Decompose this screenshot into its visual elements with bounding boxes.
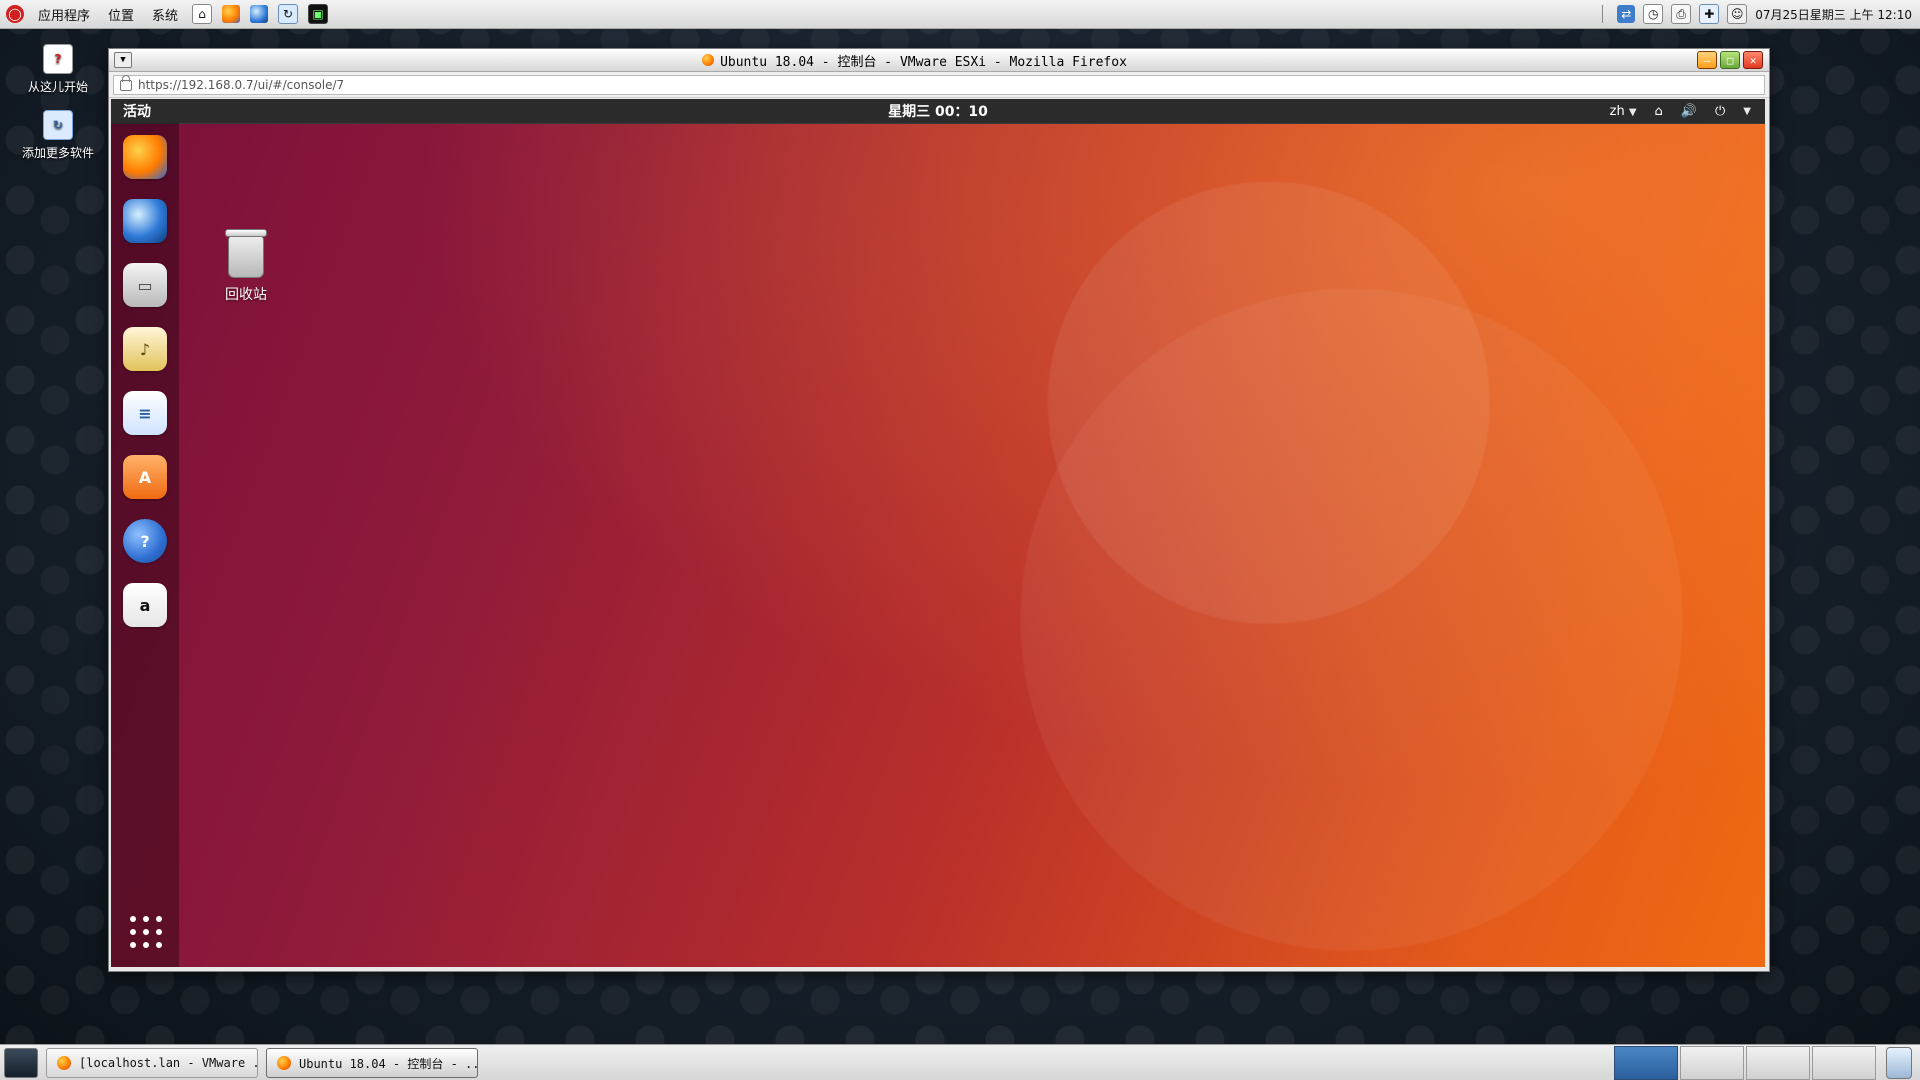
dock-firefox-icon[interactable] bbox=[123, 135, 167, 179]
show-applications-icon[interactable] bbox=[129, 915, 163, 949]
add-software-icon: ↻ bbox=[43, 110, 73, 140]
trash-label: 回收站 bbox=[225, 287, 267, 303]
firefox-titlebar[interactable]: ▼ Ubuntu 18.04 - 控制台 - VMware ESXi - Moz… bbox=[109, 49, 1769, 72]
workspace-switcher bbox=[1614, 1046, 1876, 1080]
top-panel: ◯ 应用程序 位置 系统 ⌂ ↻ ▣ ⇄ ◷ ⎙ ✚ ☺ 07月25日星期三 上… bbox=[0, 0, 1920, 29]
trash-icon bbox=[225, 229, 267, 278]
show-desktop-button[interactable] bbox=[4, 1048, 38, 1078]
chevron-down-icon[interactable]: ▼ bbox=[1743, 106, 1751, 117]
bottom-panel: [localhost.lan - VMware ... Ubuntu 18.04… bbox=[0, 1044, 1920, 1080]
datetime[interactable]: 07月25日星期三 上午 12:10 bbox=[1755, 6, 1912, 23]
terminal-launcher-icon[interactable]: ▣ bbox=[308, 4, 329, 24]
close-button[interactable]: ✕ bbox=[1743, 51, 1763, 69]
gnome-status-area: zh ▼ ⌂ 🔊 ⏻ ▼ bbox=[1610, 104, 1765, 119]
menu-places[interactable]: 位置 bbox=[104, 3, 138, 26]
help-icon: ? bbox=[43, 44, 73, 74]
firefox-window: ▼ Ubuntu 18.04 - 控制台 - VMware ESXi - Moz… bbox=[108, 48, 1770, 972]
minimize-button[interactable]: — bbox=[1697, 51, 1717, 69]
tray-separator bbox=[1602, 5, 1604, 23]
dock-amazon-icon[interactable]: a bbox=[123, 583, 167, 627]
url-text: https://192.168.0.7/ui/#/console/7 bbox=[138, 78, 345, 92]
network-icon[interactable]: ⌂ bbox=[1655, 104, 1663, 119]
top-panel-left: ◯ 应用程序 位置 系统 ⌂ ↻ ▣ bbox=[0, 3, 329, 26]
firefox-task-icon bbox=[277, 1056, 291, 1070]
firefox-title: Ubuntu 18.04 - 控制台 - VMware ESXi - Mozil… bbox=[132, 51, 1697, 70]
workspace-3[interactable] bbox=[1746, 1046, 1810, 1080]
home-launcher-icon[interactable]: ⌂ bbox=[192, 4, 213, 24]
user-tray-icon[interactable]: ☺ bbox=[1727, 4, 1748, 24]
power-icon[interactable]: ⏻ bbox=[1715, 104, 1725, 119]
language-label: zh bbox=[1609, 103, 1625, 119]
printer-tray-icon[interactable]: ⎙ bbox=[1671, 4, 1692, 24]
window-controls: — □ ✕ bbox=[1697, 51, 1763, 69]
dock-writer-icon[interactable]: ≡ bbox=[123, 391, 167, 435]
trash-panel-icon[interactable] bbox=[1886, 1047, 1912, 1079]
network-tray-icon[interactable]: ⇄ bbox=[1617, 5, 1636, 23]
refresh-launcher-icon[interactable]: ↻ bbox=[278, 4, 299, 24]
firefox-urlbar: https://192.168.0.7/ui/#/console/7 bbox=[109, 72, 1769, 98]
lock-icon bbox=[120, 74, 132, 91]
menu-applications[interactable]: 应用程序 bbox=[34, 3, 94, 26]
dock-software-icon[interactable]: A bbox=[123, 455, 167, 499]
activities-button[interactable]: 活动 bbox=[111, 101, 151, 121]
firefox-launcher-icon[interactable] bbox=[222, 5, 241, 23]
menu-system[interactable]: 系统 bbox=[148, 3, 182, 26]
url-input[interactable]: https://192.168.0.7/ui/#/console/7 bbox=[113, 74, 1765, 95]
taskbar-item-label: [localhost.lan - VMware ... bbox=[79, 1056, 258, 1070]
maximize-button[interactable]: □ bbox=[1720, 51, 1740, 69]
top-panel-right: ⇄ ◷ ⎙ ✚ ☺ 07月25日星期三 上午 12:10 bbox=[1596, 4, 1920, 24]
update-tray-icon[interactable]: ✚ bbox=[1699, 4, 1720, 24]
gnome-top-bar: 活动 星期三 00：10 zh ▼ ⌂ 🔊 ⏻ ▼ bbox=[111, 99, 1765, 124]
firefox-title-text: Ubuntu 18.04 - 控制台 - VMware ESXi - Mozil… bbox=[720, 54, 1127, 70]
firefox-title-icon bbox=[702, 54, 715, 66]
taskbar-item[interactable]: [localhost.lan - VMware ... bbox=[46, 1048, 258, 1078]
clock-tray-icon[interactable]: ◷ bbox=[1643, 4, 1664, 24]
firefox-task-icon bbox=[57, 1056, 71, 1070]
vm-console[interactable]: 活动 星期三 00：10 zh ▼ ⌂ 🔊 ⏻ ▼ ▭ ♪ ≡ A ? a 回收… bbox=[111, 99, 1765, 967]
dock-rhythmbox-icon[interactable]: ♪ bbox=[123, 327, 167, 371]
taskbar-item-active[interactable]: Ubuntu 18.04 - 控制台 - ... bbox=[266, 1048, 478, 1078]
volume-icon[interactable]: 🔊 bbox=[1681, 104, 1697, 119]
chevron-down-icon: ▼ bbox=[1628, 106, 1637, 118]
ubuntu-desktop[interactable] bbox=[111, 99, 1765, 967]
desktop-icon-add-software[interactable]: ↻ 添加更多软件 bbox=[18, 110, 98, 161]
desktop-icon-label: 从这儿开始 bbox=[27, 80, 88, 94]
dock-help-icon[interactable]: ? bbox=[123, 519, 167, 563]
dock-files-icon[interactable]: ▭ bbox=[123, 263, 167, 307]
taskbar-item-label: Ubuntu 18.04 - 控制台 - ... bbox=[299, 1056, 478, 1071]
redhat-logo-icon[interactable]: ◯ bbox=[6, 5, 24, 23]
gnome-clock[interactable]: 星期三 00：10 bbox=[888, 101, 988, 121]
dock-thunderbird-icon[interactable] bbox=[123, 199, 167, 243]
language-indicator[interactable]: zh ▼ bbox=[1610, 104, 1637, 119]
ubuntu-dock: ▭ ♪ ≡ A ? a bbox=[111, 123, 179, 967]
window-menu-button[interactable]: ▼ bbox=[114, 52, 132, 68]
desktop-icon-label: 添加更多软件 bbox=[21, 146, 94, 160]
thunderbird-launcher-icon[interactable] bbox=[250, 5, 269, 23]
workspace-1[interactable] bbox=[1614, 1046, 1678, 1080]
ubuntu-desktop-trash[interactable]: 回收站 bbox=[211, 229, 281, 304]
workspace-2[interactable] bbox=[1680, 1046, 1744, 1080]
desktop-icon-start-here[interactable]: ? 从这儿开始 bbox=[18, 44, 98, 95]
workspace-4[interactable] bbox=[1812, 1046, 1876, 1080]
